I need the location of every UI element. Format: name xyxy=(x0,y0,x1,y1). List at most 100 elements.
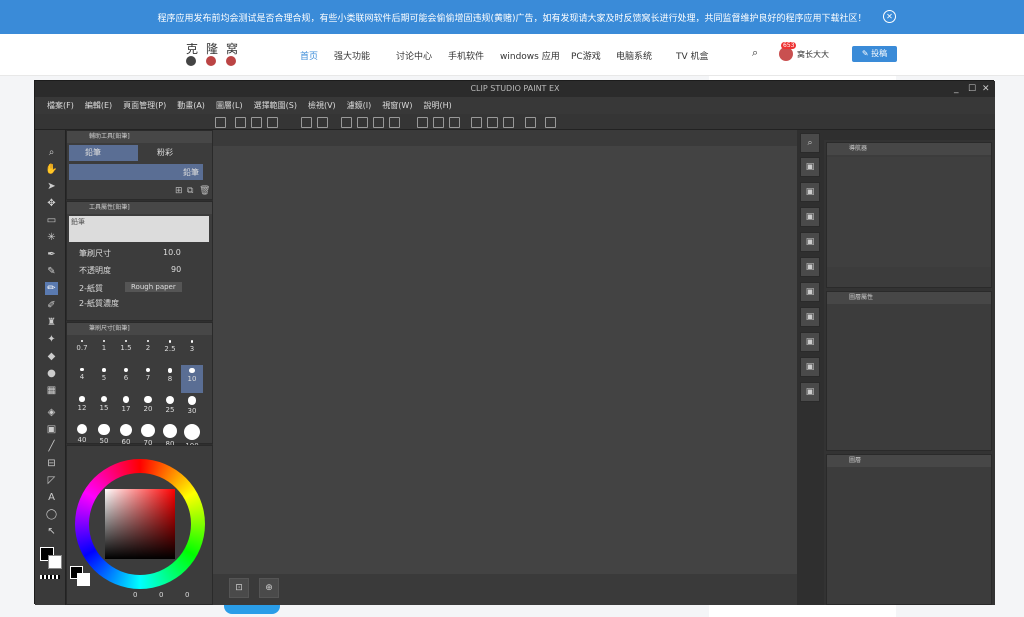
material-panel-icon[interactable]: ▣ xyxy=(800,382,820,402)
delete-icon[interactable]: 🗑 xyxy=(199,186,210,196)
correct-line-icon[interactable]: ↖ xyxy=(45,525,58,538)
sub-color-swatch[interactable] xyxy=(48,555,62,569)
search-icon[interactable]: ⌕ xyxy=(752,46,758,60)
nav-tv[interactable]: TV 机盒 xyxy=(676,49,709,62)
brush-size-option[interactable]: 1 xyxy=(93,337,115,365)
material-panel-icon[interactable]: ▣ xyxy=(800,332,820,352)
brush-size-option[interactable]: 2 xyxy=(137,337,159,365)
guide-icon[interactable] xyxy=(503,117,514,128)
brush-size-option[interactable]: 20 xyxy=(137,393,159,421)
menu-file[interactable]: 檔案(F) xyxy=(47,97,74,114)
brush-size-option[interactable]: 3 xyxy=(181,337,203,365)
paper-dropdown[interactable]: Rough paper xyxy=(125,282,182,292)
fit-page-icon[interactable]: ⊡ xyxy=(229,578,249,598)
minimize-icon[interactable]: _ xyxy=(954,81,959,97)
material-panel-icon[interactable]: ▣ xyxy=(800,357,820,377)
open-file-icon[interactable] xyxy=(251,117,262,128)
nav-mobile[interactable]: 手机软件 xyxy=(448,49,484,62)
eraser-icon[interactable]: ◆ xyxy=(45,350,58,363)
brush-size-option[interactable]: 4 xyxy=(71,365,93,393)
menu-edit[interactable]: 編輯(E) xyxy=(85,97,112,114)
transparent-color-icon[interactable] xyxy=(40,575,60,579)
text-icon[interactable]: A xyxy=(45,491,58,504)
post-button[interactable]: ✎ 投稿 xyxy=(852,46,897,62)
site-logo[interactable]: 克 隆 窝 xyxy=(186,40,238,57)
pen-icon[interactable]: ✎ xyxy=(45,265,58,278)
maximize-icon[interactable]: ☐ xyxy=(968,81,976,97)
ruler-icon[interactable] xyxy=(471,117,482,128)
brush-size-option[interactable]: 10 xyxy=(181,365,203,393)
brush-size-option[interactable]: 0.7 xyxy=(71,337,93,365)
transform-icon[interactable] xyxy=(341,117,352,128)
actual-size-icon[interactable]: ⊕ xyxy=(259,578,279,598)
menu-window[interactable]: 視窗(W) xyxy=(382,97,412,114)
ruler-tool-icon[interactable]: ◸ xyxy=(45,474,58,487)
search-panel-icon[interactable]: ⌕ xyxy=(800,133,820,153)
menu-view[interactable]: 檢視(V) xyxy=(308,97,336,114)
brush-size-option[interactable]: 25 xyxy=(159,393,181,421)
clear-icon[interactable] xyxy=(357,117,368,128)
brush-size-option[interactable]: 8 xyxy=(159,365,181,393)
hand-icon[interactable]: ✋ xyxy=(45,163,58,176)
move-icon[interactable]: ✥ xyxy=(45,197,58,210)
material-panel-icon[interactable]: ▣ xyxy=(800,257,820,277)
paper-row[interactable]: 2-紙質 Rough paper xyxy=(71,282,191,297)
menu-layer[interactable]: 圖層(L) xyxy=(216,97,243,114)
frame-icon[interactable]: ⊟ xyxy=(45,457,58,470)
brush-size-option[interactable]: 12 xyxy=(71,393,93,421)
redo-icon[interactable] xyxy=(317,117,328,128)
airbrush-icon[interactable]: ♜ xyxy=(45,316,58,329)
nav-windows[interactable]: windows 应用 xyxy=(500,49,560,62)
user-name[interactable]: 窝长大大 xyxy=(797,49,829,60)
snap-icon[interactable] xyxy=(487,117,498,128)
material-panel-icon[interactable]: ▣ xyxy=(800,232,820,252)
material-panel-icon[interactable]: ▣ xyxy=(800,207,820,227)
fill-bucket-icon[interactable]: ◈ xyxy=(45,406,58,419)
undo-icon[interactable] xyxy=(301,117,312,128)
brush-size-option[interactable]: 15 xyxy=(93,393,115,421)
brush-size-option[interactable]: 17 xyxy=(115,393,137,421)
select-icon[interactable] xyxy=(389,117,400,128)
magic-wand-icon[interactable]: ✳ xyxy=(45,231,58,244)
fill-icon[interactable] xyxy=(373,117,384,128)
assets-icon[interactable] xyxy=(545,117,556,128)
saturation-value-square[interactable] xyxy=(105,489,175,559)
pencil-icon[interactable]: ✏ xyxy=(45,282,58,295)
brush-size-option[interactable]: 2.5 xyxy=(159,337,181,365)
brush-icon[interactable]: ✐ xyxy=(45,299,58,312)
material-panel-icon[interactable]: ▣ xyxy=(800,282,820,302)
close-circle-icon[interactable]: ✕ xyxy=(883,10,896,23)
balloon-icon[interactable]: ◯ xyxy=(45,508,58,521)
decoration-icon[interactable]: ✦ xyxy=(45,333,58,346)
tab-pastel[interactable]: 粉彩 xyxy=(141,145,210,161)
nav-pc-games[interactable]: PC游戏 xyxy=(571,49,601,62)
brush-size-option[interactable]: 30 xyxy=(181,393,203,421)
material-panel-icon[interactable]: ▣ xyxy=(800,157,820,177)
duplicate-icon[interactable]: ⧉ xyxy=(187,186,193,196)
new-file-icon[interactable] xyxy=(235,117,246,128)
nav-home[interactable]: 首页 xyxy=(300,49,318,62)
nav-systems[interactable]: 电脑系统 xyxy=(616,49,652,62)
material-icon[interactable] xyxy=(525,117,536,128)
crop-icon[interactable] xyxy=(449,117,460,128)
blend-icon[interactable]: ● xyxy=(45,367,58,380)
brush-size-option[interactable]: 7 xyxy=(137,365,159,393)
canvas-area[interactable] xyxy=(213,146,797,574)
menu-page[interactable]: 頁面管理(P) xyxy=(123,97,166,114)
eyedropper-icon[interactable]: ✒ xyxy=(45,248,58,261)
opacity-row[interactable]: 不透明度 90 xyxy=(71,265,191,279)
gradient-icon[interactable]: ▣ xyxy=(45,423,58,436)
menu-help[interactable]: 說明(H) xyxy=(423,97,451,114)
line-icon[interactable]: ╱ xyxy=(45,440,58,453)
material-panel-icon[interactable]: ▣ xyxy=(800,182,820,202)
save-icon[interactable] xyxy=(267,117,278,128)
menu-filter[interactable]: 濾鏡(I) xyxy=(347,97,372,114)
brush-size-row[interactable]: 筆刷尺寸 10.0 xyxy=(71,248,191,262)
invert-icon[interactable] xyxy=(433,117,444,128)
selection-icon[interactable]: ▭ xyxy=(45,214,58,227)
operation-icon[interactable]: ➤ xyxy=(45,180,58,193)
app-icon[interactable] xyxy=(215,117,226,128)
brush-size-option[interactable]: 6 xyxy=(115,365,137,393)
avatar[interactable] xyxy=(779,47,793,61)
menu-selection[interactable]: 選擇範圍(S) xyxy=(254,97,297,114)
